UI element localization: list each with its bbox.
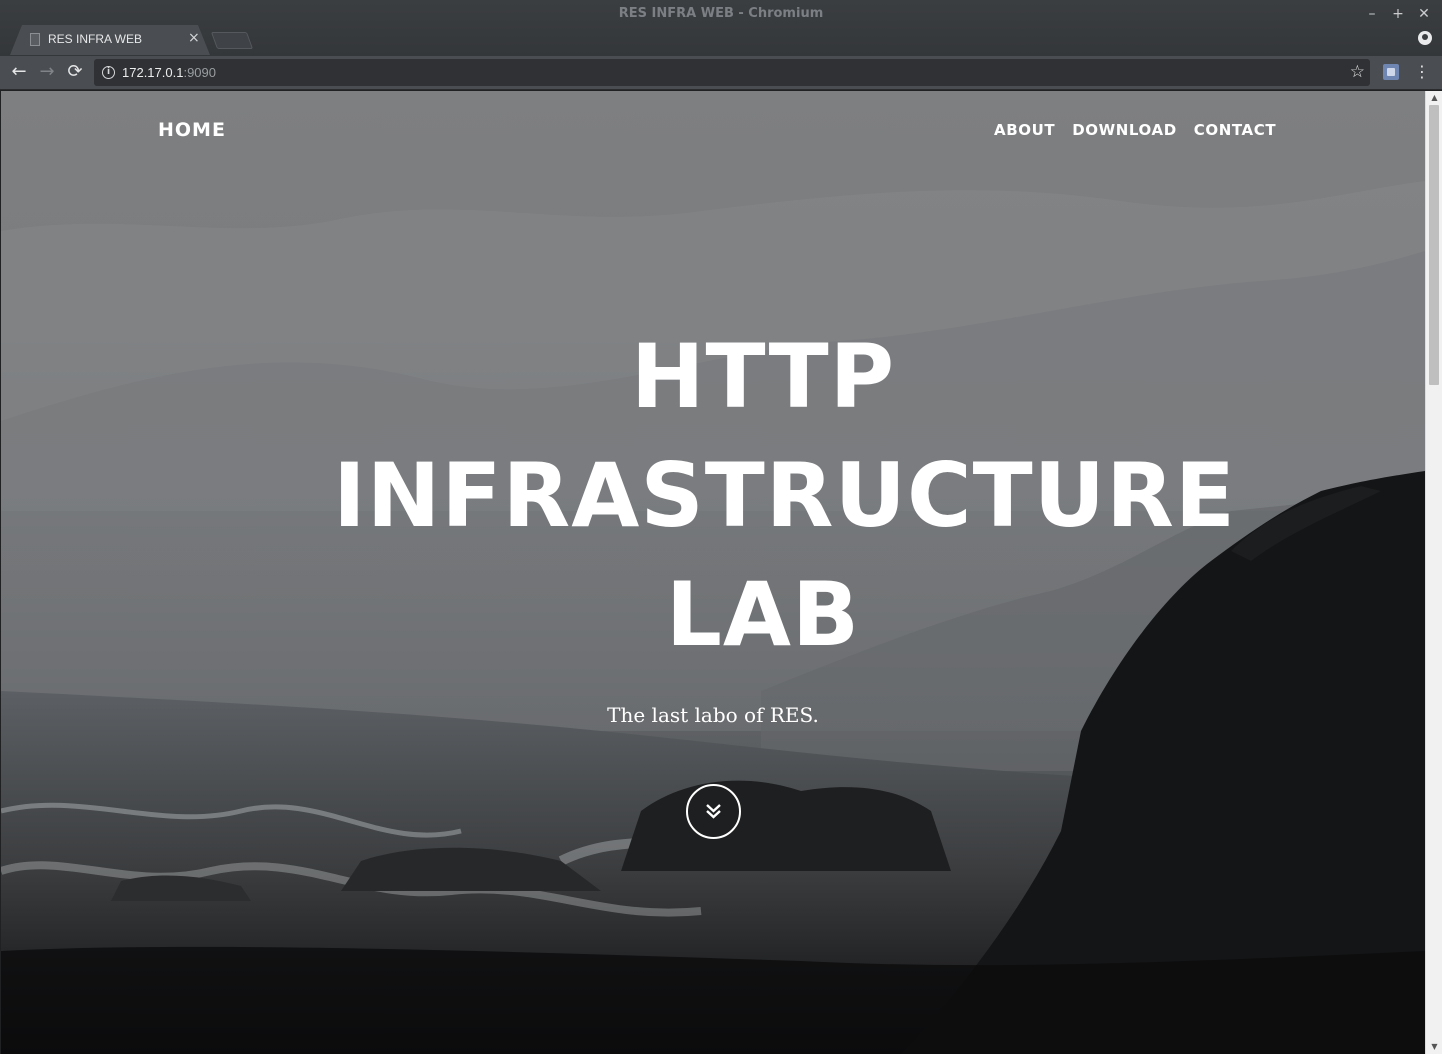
window-title: RES INFRA WEB - Chromium [618, 6, 824, 21]
window-controls: – + ✕ [1366, 5, 1430, 23]
scroll-down-arrow-icon[interactable]: ▼ [1429, 1042, 1440, 1052]
url-port: :9090 [183, 65, 216, 80]
hero-title-line: INFRASTRUCTURE [333, 444, 1236, 547]
nav-about-link[interactable]: ABOUT [994, 121, 1055, 139]
maximize-button[interactable]: + [1392, 5, 1404, 23]
double-chevron-down-icon [706, 804, 721, 819]
bookmark-star-icon[interactable]: ☆ [1350, 62, 1365, 82]
hero-title: HTTP INFRASTRUCTURE LAB [333, 317, 1235, 674]
browser-menu-icon[interactable]: ⋮ [1414, 62, 1430, 82]
scroll-up-arrow-icon[interactable]: ▲ [1429, 93, 1440, 103]
hero-title-line: LAB [665, 563, 861, 666]
page-icon [30, 33, 40, 46]
nav-download-link[interactable]: DOWNLOAD [1072, 121, 1177, 139]
new-tab-button[interactable] [210, 32, 254, 49]
page-viewport: HOME ABOUT DOWNLOAD CONTACT HTTP INFRAST… [1, 91, 1425, 1054]
browser-toolbar: ← → ⟳ i 172.17.0.1:9090 ☆ ⋮ [0, 56, 1442, 90]
browser-titlebar: RES INFRA WEB - Chromium – + ✕ RES INFRA… [0, 0, 1442, 56]
tab-title: RES INFRA WEB [48, 32, 143, 46]
scroll-down-button[interactable] [686, 784, 741, 839]
close-window-button[interactable]: ✕ [1418, 5, 1430, 23]
browser-tab[interactable]: RES INFRA WEB × [10, 25, 210, 55]
nav-links: ABOUT DOWNLOAD CONTACT [994, 121, 1276, 139]
tab-close-icon[interactable]: × [188, 30, 200, 46]
url-host: 172.17.0.1 [122, 65, 184, 80]
reload-button[interactable]: ⟳ [64, 61, 86, 83]
profile-icon[interactable] [1418, 31, 1432, 45]
nav-contact-link[interactable]: CONTACT [1194, 121, 1276, 139]
forward-button[interactable]: → [36, 61, 58, 83]
scrollbar-thumb[interactable] [1429, 105, 1439, 385]
back-button[interactable]: ← [8, 61, 30, 83]
hero-subtitle: The last labo of RES. [607, 703, 819, 727]
extension-icon[interactable] [1383, 64, 1399, 80]
address-bar[interactable]: i 172.17.0.1:9090 ☆ [94, 59, 1370, 86]
info-icon[interactable]: i [102, 66, 115, 79]
home-link[interactable]: HOME [158, 119, 226, 141]
url-text: 172.17.0.1:9090 [122, 65, 216, 80]
minimize-button[interactable]: – [1366, 5, 1378, 23]
hero-title-line: HTTP [630, 325, 896, 428]
page-scrollbar[interactable]: ▲ ▼ [1425, 91, 1442, 1054]
